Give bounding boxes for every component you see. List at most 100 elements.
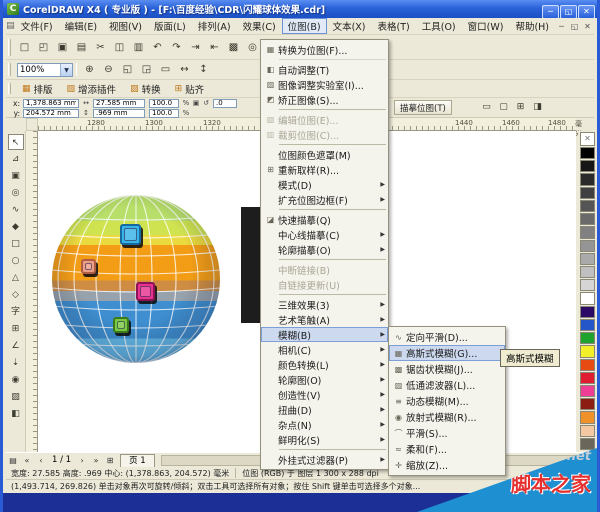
- page-nav-button-add-page[interactable]: ⊞: [103, 456, 117, 465]
- submenu-item[interactable]: ✛ 缩放(Z)...: [389, 457, 505, 473]
- tool-polygon[interactable]: △: [8, 270, 24, 286]
- tool-ellipse[interactable]: ○: [8, 253, 24, 269]
- toolbar-button-cut[interactable]: ✂: [91, 39, 110, 56]
- page-tab[interactable]: 页 1: [120, 454, 155, 467]
- zoom-tool-button-zoom-all-objects[interactable]: ◲: [137, 61, 156, 78]
- color-chip-salmon-chip[interactable]: [81, 259, 96, 274]
- menu-item[interactable]: 三维效果(3) ▶: [261, 297, 388, 312]
- macro-button-add-plugin[interactable]: ▧ 增添插件: [60, 82, 124, 96]
- macro-button-convert[interactable]: ▨ 转换: [123, 82, 168, 96]
- menu-item[interactable]: 颜色转换(L) ▶: [261, 357, 388, 372]
- color-swatch[interactable]: [580, 398, 595, 410]
- menu-item[interactable]: 外挂式过滤器(P) ▶: [261, 452, 388, 467]
- tool-rectangle[interactable]: □: [8, 236, 24, 252]
- color-swatch[interactable]: [580, 240, 595, 252]
- menu-item[interactable]: ▥ 裁剪位图(C)...: [261, 127, 388, 142]
- menu-item[interactable]: 鲜明化(S) ▶: [261, 432, 388, 447]
- tool-shape[interactable]: ⊿: [8, 151, 24, 167]
- toolbar-button-copy[interactable]: ◫: [110, 39, 129, 56]
- color-swatch[interactable]: [580, 345, 595, 357]
- color-swatch[interactable]: [580, 372, 595, 384]
- page-nav-button-page-last[interactable]: »: [89, 456, 103, 465]
- chevron-down-icon[interactable]: ▼: [60, 64, 72, 76]
- tool-crop[interactable]: ▣: [8, 168, 24, 184]
- color-swatch[interactable]: [580, 253, 595, 265]
- submenu-item[interactable]: ▩ 锯齿状模糊(J)...: [389, 361, 505, 377]
- zoom-level-input[interactable]: [18, 65, 60, 75]
- mdi-control-mdi-minimize[interactable]: ─: [555, 22, 568, 31]
- color-swatch[interactable]: [580, 173, 595, 185]
- window-control-close[interactable]: ✕: [578, 5, 595, 19]
- menu-item[interactable]: ◩ 矫正图像(S)...: [261, 92, 388, 107]
- page-nav-button-page-prev[interactable]: ‹: [34, 456, 48, 465]
- menu-item[interactable]: ⊞ 重新取样(R)...: [261, 162, 388, 177]
- macro-button-snap-to[interactable]: ⊞ 贴齐: [168, 82, 212, 96]
- tool-dimension[interactable]: ∠: [8, 338, 24, 354]
- tool-smart-fill[interactable]: ◆: [8, 219, 24, 235]
- lock-ratio-icon[interactable]: ▣: [191, 99, 201, 107]
- menu-item[interactable]: ◪ 快速描摹(Q): [261, 212, 388, 227]
- object-width-field[interactable]: [93, 99, 145, 108]
- zoom-tool-button-zoom-page-height[interactable]: ↕: [194, 61, 213, 78]
- tool-basic-shapes[interactable]: ◇: [8, 287, 24, 303]
- menu-item[interactable]: 中断链接(B): [261, 262, 388, 277]
- color-swatch[interactable]: [580, 213, 595, 225]
- color-swatch[interactable]: [580, 279, 595, 291]
- trace-bitmap-button[interactable]: 描摹位图(T): [394, 100, 452, 115]
- menu-item[interactable]: ▨ 图像调整实验室(I)...: [261, 77, 388, 92]
- property-bar-icon-resample-bitmap[interactable]: ⊞: [512, 100, 529, 115]
- toolbar-button-open[interactable]: ◰: [34, 39, 53, 56]
- color-swatch[interactable]: [580, 292, 595, 304]
- window-control-restore[interactable]: ◱: [560, 5, 577, 19]
- menubar-item[interactable]: 窗口(W): [462, 18, 510, 34]
- menubar-item[interactable]: 视图(V): [103, 18, 148, 34]
- menu-item[interactable]: 相机(C) ▶: [261, 342, 388, 357]
- color-chip-green-chip[interactable]: [113, 317, 129, 333]
- macro-button-layout[interactable]: ▦ 排版: [15, 82, 60, 96]
- window-control-minimize[interactable]: ─: [542, 5, 559, 19]
- zoom-tool-button-zoom-selected[interactable]: ◱: [118, 61, 137, 78]
- submenu-item[interactable]: ∿ 定向平滑(D)...: [389, 329, 505, 345]
- menu-item[interactable]: 中心线描摹(C) ▶: [261, 227, 388, 242]
- color-swatch[interactable]: [580, 359, 595, 371]
- color-swatch[interactable]: [580, 266, 595, 278]
- submenu-item[interactable]: ⌒ 平滑(S)...: [389, 425, 505, 441]
- menubar-item[interactable]: 工具(O): [416, 18, 462, 34]
- property-bar-icon-edit-bitmap[interactable]: ▭: [478, 100, 495, 115]
- toolbar-button-new[interactable]: □: [15, 39, 34, 56]
- tool-interactive-fill[interactable]: ◧: [8, 406, 24, 422]
- menubar-item[interactable]: 版面(L): [148, 18, 192, 34]
- rotation-angle-field[interactable]: [213, 99, 237, 108]
- color-swatch[interactable]: [580, 160, 595, 172]
- menu-item[interactable]: 模式(D) ▶: [261, 177, 388, 192]
- color-swatch[interactable]: [580, 200, 595, 212]
- submenu-item[interactable]: ≈ 柔和(F)...: [389, 441, 505, 457]
- menubar-item[interactable]: 排列(A): [192, 18, 237, 34]
- tool-pick[interactable]: ↖: [8, 134, 24, 150]
- menubar-item[interactable]: 文本(X): [327, 18, 372, 34]
- color-swatch[interactable]: [580, 319, 595, 331]
- color-swatch[interactable]: ✕: [580, 132, 595, 146]
- mdi-control-mdi-close[interactable]: ✕: [581, 22, 594, 31]
- color-swatch[interactable]: [580, 226, 595, 238]
- toolbar-button-export[interactable]: ⇤: [205, 39, 224, 56]
- toolbar-button-undo[interactable]: ↶: [148, 39, 167, 56]
- menu-item[interactable]: 杂点(N) ▶: [261, 417, 388, 432]
- menu-item[interactable]: 自链接更新(U): [261, 277, 388, 292]
- vertical-ruler[interactable]: [26, 131, 38, 452]
- property-bar-icon-bitmap-mode[interactable]: ◨: [529, 100, 546, 115]
- color-chip-cyan-chip[interactable]: [120, 224, 141, 245]
- color-swatch[interactable]: [580, 411, 595, 423]
- zoom-tool-button-zoom-in[interactable]: ⊕: [80, 61, 99, 78]
- property-bar-icon-crop-bitmap[interactable]: ▢: [495, 100, 512, 115]
- scale-v-field[interactable]: [149, 109, 179, 118]
- object-height-field[interactable]: [93, 109, 145, 118]
- menu-item[interactable]: 创造性(V) ▶: [261, 387, 388, 402]
- toolbar-button-print[interactable]: ▤: [72, 39, 91, 56]
- menubar-item[interactable]: 编辑(E): [59, 18, 103, 34]
- toolbar-button-save[interactable]: ▣: [53, 39, 72, 56]
- menubar-item[interactable]: 位图(B): [282, 18, 327, 34]
- submenu-item[interactable]: ▨ 低通滤波器(L)...: [389, 377, 505, 393]
- sphere-object[interactable]: [51, 194, 221, 364]
- menubar-item[interactable]: 表格(T): [372, 18, 416, 34]
